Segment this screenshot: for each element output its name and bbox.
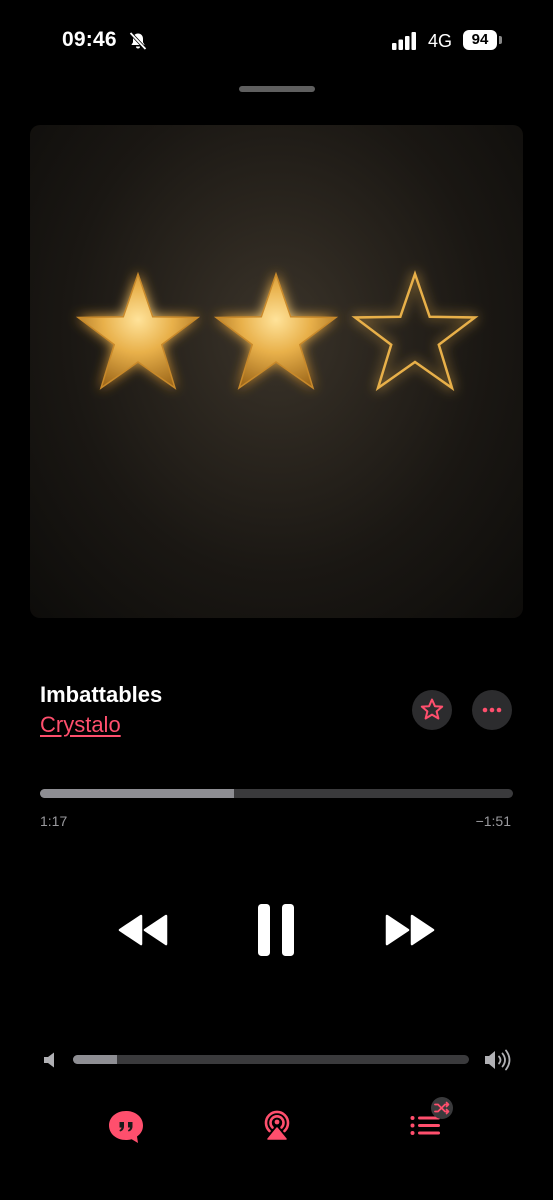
lyrics-button[interactable] — [107, 1109, 145, 1145]
pause-icon — [258, 904, 294, 956]
bell-slash-icon — [129, 31, 147, 51]
backward-icon — [118, 914, 168, 946]
filled-star-icon — [213, 271, 339, 390]
pause-button[interactable] — [252, 900, 300, 960]
favorite-button[interactable] — [412, 690, 452, 730]
network-type: 4G — [428, 31, 453, 51]
track-title: Imbattables — [40, 682, 163, 707]
airplay-button[interactable] — [261, 1107, 293, 1141]
elapsed-time: 1:17 — [40, 813, 68, 829]
rewind-button[interactable] — [116, 910, 170, 950]
star-outline-icon — [420, 698, 444, 720]
artist-link[interactable]: Crystalo — [40, 712, 121, 738]
signal-icon — [392, 32, 416, 50]
quote-bubble-icon — [109, 1111, 143, 1143]
airplay-audio-icon — [264, 1110, 290, 1140]
battery-indicator: 94 — [463, 30, 497, 50]
list-shuffle-icon — [410, 1097, 453, 1135]
battery-tip — [499, 36, 502, 44]
status-bar: 09:46 4G 94 — [0, 0, 553, 80]
empty-star-icon — [351, 270, 479, 392]
volume-high-icon — [485, 1049, 511, 1071]
more-options-button[interactable] — [472, 690, 512, 730]
forward-button[interactable] — [383, 910, 437, 950]
playback-scrubber[interactable] — [40, 789, 513, 798]
volume-level-fill — [73, 1055, 117, 1064]
queue-button[interactable] — [408, 1097, 456, 1141]
ellipsis-icon — [482, 707, 502, 713]
remaining-time: −1:51 — [475, 813, 511, 829]
playback-progress-fill — [40, 789, 234, 798]
artwork-rating-graphic — [75, 270, 479, 392]
sheet-grabber[interactable] — [239, 86, 315, 92]
filled-star-icon — [75, 271, 201, 390]
volume-low-icon — [44, 1052, 54, 1068]
volume-slider[interactable] — [73, 1055, 469, 1064]
forward-icon — [385, 914, 435, 946]
status-time: 09:46 — [62, 28, 117, 51]
album-artwork — [30, 125, 523, 618]
